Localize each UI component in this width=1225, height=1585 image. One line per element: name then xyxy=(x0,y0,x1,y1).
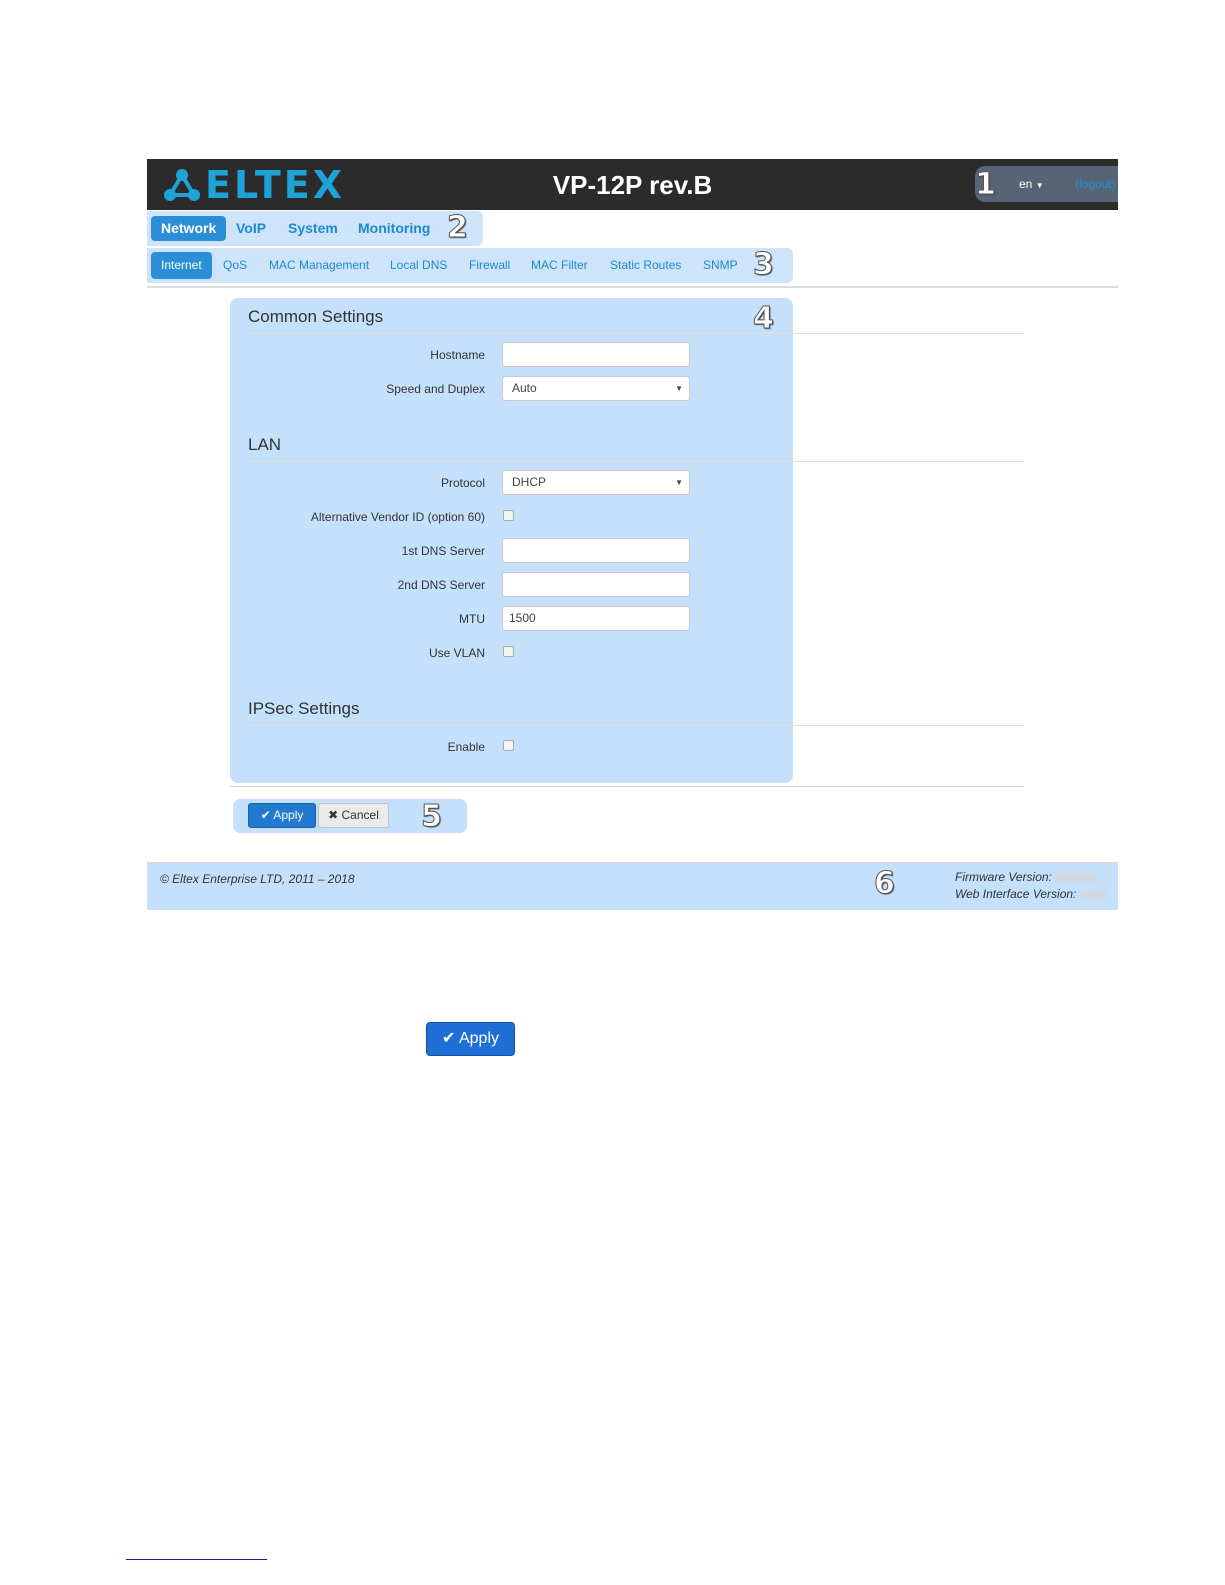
header-bar: ELTEX VP-12P rev.B en ▼ (logout) 1 xyxy=(147,159,1118,210)
callout-3: 3 xyxy=(753,247,775,282)
tab-monitoring[interactable]: Monitoring xyxy=(358,216,430,241)
web-interface-version-label: Web Interface Version: xyxy=(955,887,1077,901)
dns1-input[interactable] xyxy=(502,538,690,563)
subtab-static-routes[interactable]: Static Routes xyxy=(610,252,681,279)
nav-separator xyxy=(147,286,1118,288)
callout-2: 2 xyxy=(447,210,469,245)
web-interface-screenshot: ELTEX VP-12P rev.B en ▼ (logout) 1 Netwo… xyxy=(147,159,1118,917)
mtu-input[interactable]: 1500 xyxy=(502,606,690,631)
callout-5: 5 xyxy=(421,799,443,834)
caret-down-icon: ▼ xyxy=(675,478,683,487)
ipsec-enable-label: Enable xyxy=(447,740,485,754)
section-divider xyxy=(248,333,1024,334)
close-icon: ✖ xyxy=(328,808,339,822)
protocol-value: DHCP xyxy=(512,475,547,489)
firmware-version: Firmware Version: xyxy=(955,870,1096,884)
blurred-value xyxy=(1055,873,1096,883)
apply-button-example[interactable]: ✔ Apply xyxy=(426,1022,515,1056)
mtu-label: MTU xyxy=(459,612,485,626)
language-dropdown[interactable]: en ▼ xyxy=(1019,177,1044,191)
blurred-value xyxy=(1080,890,1107,900)
section-divider xyxy=(248,725,1024,726)
subtab-qos[interactable]: QoS xyxy=(223,252,247,279)
check-icon: ✔ xyxy=(260,808,271,822)
subtab-mac-management[interactable]: MAC Management xyxy=(269,252,369,279)
tab-voip[interactable]: VoIP xyxy=(236,216,266,241)
footer: © Eltex Enterprise LTD, 2011 – 2018 6 Fi… xyxy=(147,862,1118,910)
footnote-rule xyxy=(126,1559,267,1560)
dns2-label: 2nd DNS Server xyxy=(397,578,485,592)
cancel-button-label: Cancel xyxy=(341,808,379,822)
speed-duplex-label: Speed and Duplex xyxy=(386,382,485,396)
apply-button-label: Apply xyxy=(273,808,304,822)
protocol-select[interactable]: DHCP ▼ xyxy=(502,470,690,495)
alt-vendor-id-label: Alternative Vendor ID (option 60) xyxy=(310,510,485,524)
ipsec-enable-checkbox[interactable] xyxy=(503,740,514,751)
tab-system[interactable]: System xyxy=(288,216,338,241)
speed-duplex-value: Auto xyxy=(512,381,537,395)
sub-navigation: Internet QoS MAC Management Local DNS Fi… xyxy=(147,248,793,283)
subtab-local-dns[interactable]: Local DNS xyxy=(390,252,447,279)
web-interface-version: Web Interface Version: xyxy=(955,887,1107,901)
apply-button[interactable]: ✔ Apply xyxy=(248,803,316,828)
callout-4: 4 xyxy=(753,301,775,336)
subtab-mac-filter[interactable]: MAC Filter xyxy=(531,252,588,279)
logout-link[interactable]: (logout) xyxy=(1075,177,1116,191)
apply-button-example-label: Apply xyxy=(458,1030,499,1047)
caret-down-icon: ▼ xyxy=(1035,181,1044,190)
copyright-text: © Eltex Enterprise LTD, 2011 – 2018 xyxy=(160,872,355,886)
hostname-input[interactable] xyxy=(502,342,690,367)
device-title: VP-12P rev.B xyxy=(552,170,713,200)
speed-duplex-select[interactable]: Auto ▼ xyxy=(502,376,690,401)
main-navigation: Network VoIP System Monitoring 2 xyxy=(147,211,483,246)
subtab-snmp[interactable]: SNMP xyxy=(703,252,738,279)
form-bottom-divider xyxy=(230,786,1024,787)
section-title-lan: LAN xyxy=(248,435,282,454)
section-title-common-settings: Common Settings xyxy=(248,307,384,326)
use-vlan-label: Use VLAN xyxy=(428,646,485,660)
tab-network[interactable]: Network xyxy=(151,216,227,241)
use-vlan-checkbox[interactable] xyxy=(503,646,514,657)
subtab-firewall[interactable]: Firewall xyxy=(469,252,510,279)
hostname-label: Hostname xyxy=(430,348,485,362)
header-user-controls: en ▼ (logout) xyxy=(975,166,1118,202)
callout-1: 1 xyxy=(975,167,997,202)
callout-6: 6 xyxy=(874,866,896,901)
cancel-button[interactable]: ✖ Cancel xyxy=(318,803,389,828)
dns1-label: 1st DNS Server xyxy=(401,544,485,558)
protocol-label: Protocol xyxy=(440,476,485,490)
section-divider xyxy=(248,461,1024,462)
caret-down-icon: ▼ xyxy=(675,384,683,393)
dns2-input[interactable] xyxy=(502,572,690,597)
subtab-internet[interactable]: Internet xyxy=(151,252,212,279)
check-icon: ✔ xyxy=(442,1030,456,1047)
firmware-version-label: Firmware Version: xyxy=(955,870,1052,884)
section-title-ipsec: IPSec Settings xyxy=(248,699,360,718)
alt-vendor-id-checkbox[interactable] xyxy=(503,510,514,521)
